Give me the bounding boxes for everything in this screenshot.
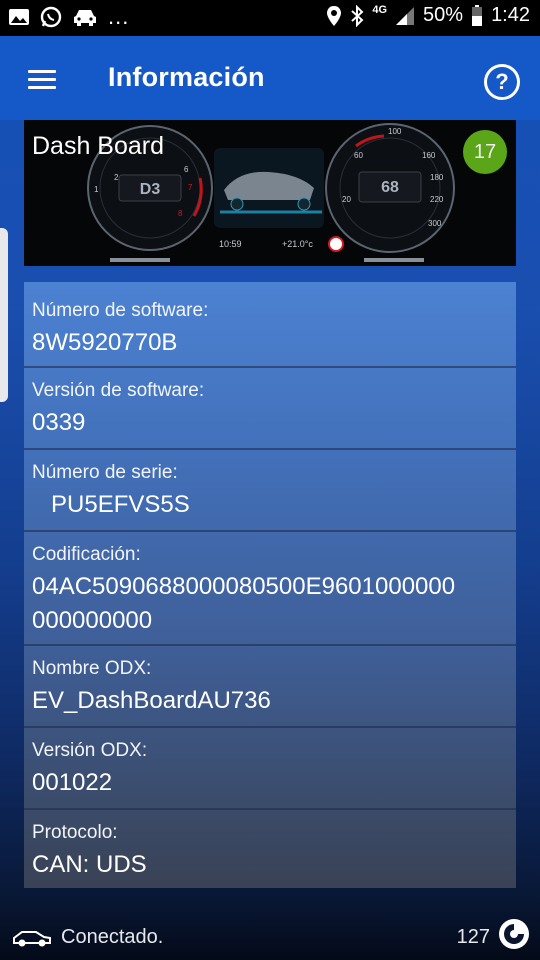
svg-text:300: 300: [428, 219, 442, 228]
status-bar: ... 4G 50% 1:42: [0, 0, 540, 36]
dashboard-image: D3 2 1 6 7 8 68 60 100 160 180 220 300 2…: [24, 120, 516, 266]
svg-text:8: 8: [178, 209, 183, 218]
svg-text:20: 20: [342, 195, 351, 204]
svg-text:220: 220: [430, 195, 444, 204]
count-badge: 17: [463, 130, 507, 174]
svg-text:180: 180: [430, 173, 444, 182]
svg-text:100: 100: [388, 127, 402, 136]
whatsapp-icon: [40, 6, 62, 28]
car-connected-icon: [13, 931, 51, 947]
field-label: Codificación:: [32, 544, 141, 565]
list-item: Nombre ODX: EV_DashBoardAU736: [24, 644, 516, 726]
overflow-dots: ...: [108, 4, 130, 29]
frame-count: 127: [456, 926, 490, 948]
field-value: 8W5920770B: [32, 329, 178, 356]
signal-icon: [396, 6, 415, 25]
field-value: EV_DashBoardAU736: [32, 687, 271, 714]
help-icon[interactable]: ?: [484, 64, 520, 100]
field-label: Versión ODX:: [32, 740, 148, 761]
svg-text:60: 60: [354, 151, 363, 160]
speed-indicator: 68: [381, 179, 399, 196]
field-value: CAN: UDS: [32, 851, 147, 878]
list-item: Versión ODX: 001022: [24, 726, 516, 808]
list-item: Versión de software: 0339: [24, 366, 516, 448]
field-value-line1: 04AC509068800008050​0E9601000000: [32, 573, 456, 600]
svg-text:7: 7: [188, 183, 193, 192]
svg-text:6: 6: [184, 165, 189, 174]
field-label: Protocolo:: [32, 822, 118, 843]
bluetooth-icon: [351, 4, 364, 27]
car-icon: [74, 10, 96, 26]
svg-text:1: 1: [94, 185, 99, 194]
dash-time: 10:59: [219, 239, 242, 249]
field-label: Número de software:: [32, 300, 209, 321]
connection-status: Conectado.: [61, 926, 164, 948]
app-bar: Información ?: [0, 36, 540, 120]
field-value-line2: 000000000: [32, 607, 153, 634]
drawer-edge-handle[interactable]: [0, 228, 8, 402]
svg-text:160: 160: [422, 151, 436, 160]
location-icon: [327, 5, 342, 26]
gear-indicator: D3: [140, 181, 161, 198]
network-type-label: 4G: [372, 3, 388, 16]
menu-icon[interactable]: [28, 70, 56, 90]
dash-temp: +21.0°c: [282, 239, 313, 249]
list-item: Número de software: 8W5920770B: [24, 282, 516, 364]
info-list: Número de software: 8W5920770B Versión d…: [24, 282, 516, 888]
gallery-icon: [9, 9, 29, 25]
battery-percent: 50%: [423, 4, 464, 26]
dashboard-label: Dash Board: [32, 132, 165, 160]
battery-icon: [472, 4, 483, 26]
connection-status-bar: Conectado. 127: [0, 912, 540, 960]
page-title: Información: [108, 62, 265, 92]
field-value: PU5EFVS5S: [51, 491, 190, 518]
list-item: Número de serie: PU5EFVS5S: [24, 448, 516, 530]
list-item: Codificación: 04AC509068800008050​0E9601…: [24, 530, 516, 644]
clock: 1:42: [491, 4, 530, 26]
field-label: Número de serie:: [32, 462, 178, 483]
app-logo-icon[interactable]: [498, 918, 530, 950]
field-label: Versión de software:: [32, 380, 205, 401]
field-value: 0339: [32, 409, 86, 436]
svg-text:2: 2: [114, 173, 119, 182]
field-label: Nombre ODX:: [32, 658, 152, 679]
list-item: Protocolo: CAN: UDS: [24, 808, 516, 890]
field-value: 001022: [32, 769, 113, 796]
